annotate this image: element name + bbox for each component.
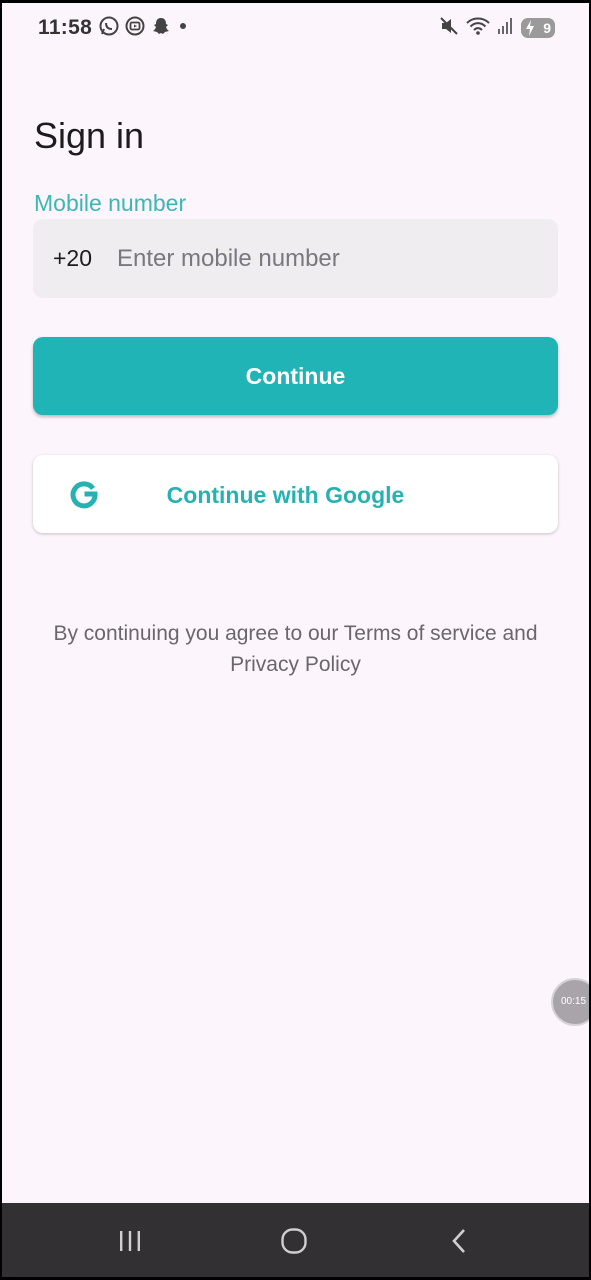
media-icon: [124, 15, 146, 42]
continue-button[interactable]: Continue: [33, 337, 558, 415]
continue-with-google-button[interactable]: Continue with Google: [33, 455, 558, 533]
snapchat-icon: [150, 15, 172, 42]
battery-icon: 9: [521, 18, 555, 38]
terms-text: By continuing you agree to our Terms of …: [53, 622, 538, 676]
recents-icon[interactable]: [110, 1223, 150, 1259]
home-icon[interactable]: [274, 1223, 314, 1259]
notification-icons: [98, 16, 190, 40]
navigation-bar: [2, 1203, 589, 1277]
sign-in-screen: 11:58 9 Sign in Mobile number +20 Enter …: [2, 3, 589, 1277]
screen-recording-timer[interactable]: 00:15: [551, 978, 589, 1026]
system-icons: 9: [439, 16, 555, 40]
google-button-label: Continue with Google: [166, 482, 405, 508]
status-bar: 11:58 9: [2, 3, 589, 53]
page-title: Sign in: [34, 115, 145, 156]
mute-icon: [439, 16, 459, 41]
battery-level: 9: [543, 20, 551, 36]
whatsapp-icon: [98, 15, 120, 42]
back-icon[interactable]: [439, 1223, 479, 1259]
mobile-number-field[interactable]: +20: [33, 219, 558, 298]
wifi-icon: [465, 16, 491, 41]
country-code-prefix: +20: [53, 245, 93, 271]
signal-icon: [497, 16, 515, 41]
mobile-number-input[interactable]: [117, 239, 537, 279]
status-time: 11:58: [38, 16, 93, 39]
mobile-number-label: Mobile number: [34, 190, 187, 216]
dot-icon: [176, 15, 190, 42]
continue-button-label: Continue: [245, 362, 346, 389]
